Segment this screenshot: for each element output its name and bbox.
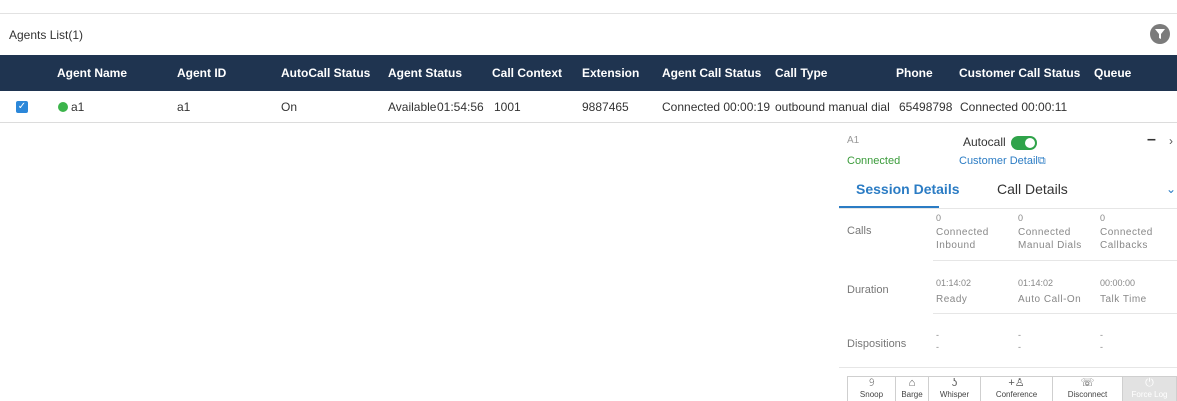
duration-talk-label: Talk Time <box>1100 294 1147 305</box>
tab-session-details[interactable]: Session Details <box>856 181 960 197</box>
cell-phone: 65498798 <box>899 100 953 114</box>
barge-label: Barge <box>901 390 923 399</box>
disconnect-button[interactable]: ☏ Disconnect <box>1052 376 1122 401</box>
cell-agent-status-time: 01:54:56 <box>437 100 484 114</box>
customer-detail-label: Customer Detail <box>959 155 1038 167</box>
whisper-button[interactable]: ʖ Whisper <box>928 376 980 401</box>
dispositions-label: Dispositions <box>847 338 907 350</box>
duration-ready-label: Ready <box>936 294 968 305</box>
funnel-icon <box>1155 29 1165 39</box>
whisper-icon: ʖ <box>951 377 958 389</box>
col-queue[interactable]: Queue <box>1094 55 1131 91</box>
whisper-label: Whisper <box>939 390 970 399</box>
call-actions-bar: 𝟿 Snoop ⌂ Barge ʖ Whisper +♙ Conference … <box>847 376 1177 401</box>
cell-agent-status: Available <box>388 100 437 114</box>
agents-table-header: Agent Name Agent ID AutoCall Status Agen… <box>0 55 1177 91</box>
add-participant-icon: +♙ <box>1008 377 1025 389</box>
ear-icon: 𝟿 <box>867 377 876 389</box>
cell-agent-id: a1 <box>177 100 191 114</box>
cell-autocall-status: On <box>281 100 298 114</box>
calls-inbound-label-1: Connected <box>936 227 989 238</box>
snoop-button[interactable]: 𝟿 Snoop <box>847 376 895 401</box>
calls-inbound-label-2: Inbound <box>936 240 976 251</box>
cell-agent-call-status: Connected 00:00:19 <box>662 100 771 114</box>
status-dot-icon <box>58 102 68 112</box>
calls-divider <box>933 260 1177 261</box>
disconnect-label: Disconnect <box>1067 390 1108 399</box>
col-extension[interactable]: Extension <box>582 55 639 91</box>
calls-manual-label-1: Connected <box>1018 227 1071 238</box>
disp-2b: - <box>1018 342 1021 352</box>
disp-1a: - <box>936 330 939 340</box>
minimize-button[interactable]: – <box>1147 131 1156 149</box>
col-agent-call-status[interactable]: Agent Call Status <box>662 55 761 91</box>
panel-agent-name: A1 <box>847 135 860 146</box>
disp-3a: - <box>1100 330 1103 340</box>
tab-call-details[interactable]: Call Details <box>997 181 1068 197</box>
disp-2a: - <box>1018 330 1021 340</box>
calls-label: Calls <box>847 225 872 237</box>
chevron-down-icon: ⌄ <box>1166 182 1177 196</box>
panel-agent-status: Connected <box>847 155 901 167</box>
col-agent-name[interactable]: Agent Name <box>57 55 127 91</box>
calls-callbacks-label-1: Connected <box>1100 227 1153 238</box>
conference-button[interactable]: +♙ Conference <box>980 376 1052 401</box>
duration-autocall-label: Auto Call-On <box>1018 294 1082 305</box>
col-agent-id[interactable]: Agent ID <box>177 55 226 91</box>
cell-extension: 9887465 <box>582 100 629 114</box>
agent-detail-panel: A1 Connected Autocall Customer Detail⧉ –… <box>839 125 1177 401</box>
close-icon: › <box>1169 134 1173 148</box>
duration-divider <box>933 313 1177 314</box>
force-logout-label: Force Log <box>1131 390 1168 399</box>
conference-label: Conference <box>995 390 1038 399</box>
duration-label: Duration <box>847 284 889 296</box>
barge-in-icon: ⌂ <box>908 377 916 389</box>
expand-button[interactable]: ⌄ <box>1166 182 1176 196</box>
power-icon: ⏻ <box>1145 377 1154 389</box>
calls-inbound-value: 0 <box>936 213 942 223</box>
col-autocall-status[interactable]: AutoCall Status <box>281 55 370 91</box>
close-button[interactable]: › <box>1169 134 1173 148</box>
calls-callbacks-value: 0 <box>1100 213 1106 223</box>
duration-autocall-value: 01:14:02 <box>1018 278 1054 288</box>
disconnect-icon: ☏ <box>1080 377 1095 389</box>
duration-talk-value: 00:00:00 <box>1100 278 1136 288</box>
minus-icon: – <box>1147 131 1156 148</box>
cell-agent-name: a1 <box>71 100 85 114</box>
table-row[interactable]: ✓ a1 a1 On Available 01:54:56 1001 98874… <box>0 91 1177 123</box>
external-link-icon: ⧉ <box>1037 155 1046 167</box>
calls-manual-value: 0 <box>1018 213 1024 223</box>
cell-call-context: 1001 <box>494 100 521 114</box>
calls-manual-label-2: Manual Dials <box>1018 240 1082 251</box>
agents-list-title: Agents List(1) <box>9 28 84 42</box>
col-call-context[interactable]: Call Context <box>492 55 562 91</box>
snoop-label: Snoop <box>859 390 884 399</box>
duration-ready-value: 01:14:02 <box>936 278 972 288</box>
calls-callbacks-label-2: Callbacks <box>1100 240 1148 251</box>
force-logout-button[interactable]: ⏻ Force Log <box>1122 376 1177 401</box>
customer-detail-link[interactable]: Customer Detail⧉ <box>959 155 1046 168</box>
col-agent-status[interactable]: Agent Status <box>388 55 462 91</box>
cell-customer-call-status: Connected 00:00:11 <box>960 100 1068 114</box>
col-customer-call-status[interactable]: Customer Call Status <box>959 55 1080 91</box>
col-phone[interactable]: Phone <box>896 55 933 91</box>
tabs-divider <box>839 208 1177 209</box>
top-divider <box>0 13 1177 14</box>
autocall-label: Autocall <box>963 135 1006 149</box>
col-call-type[interactable]: Call Type <box>775 55 827 91</box>
barge-button[interactable]: ⌂ Barge <box>895 376 928 401</box>
row-checkbox[interactable]: ✓ <box>16 101 28 113</box>
autocall-toggle[interactable] <box>1011 136 1037 150</box>
cell-call-type: outbound manual dial <box>775 100 890 114</box>
dispositions-divider <box>839 367 1177 368</box>
filter-button[interactable] <box>1150 24 1170 44</box>
disp-1b: - <box>936 342 939 352</box>
disp-3b: - <box>1100 342 1103 352</box>
